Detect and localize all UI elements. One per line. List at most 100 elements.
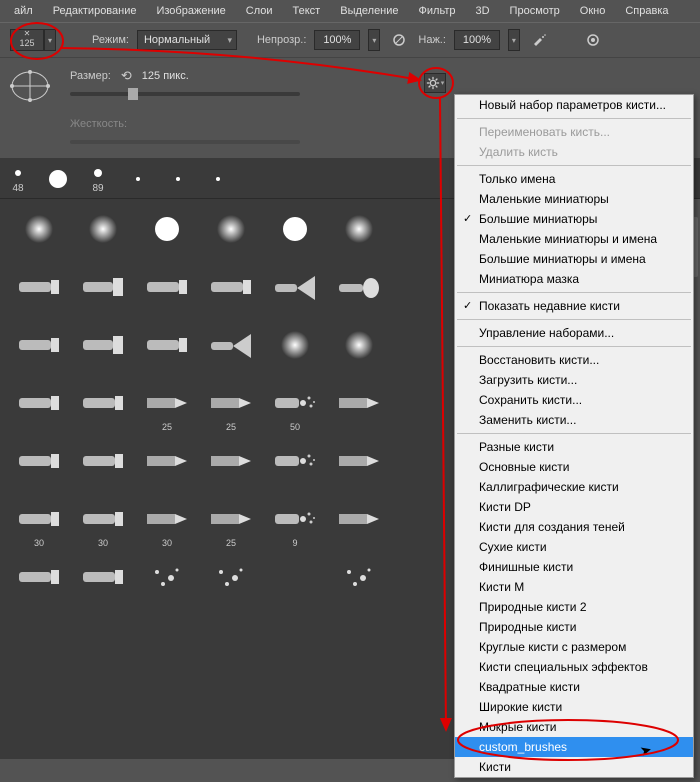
- recent-brush[interactable]: [128, 169, 148, 189]
- brush-preset[interactable]: 50: [264, 381, 326, 437]
- brush-preset[interactable]: [136, 207, 198, 263]
- menu-item[interactable]: Просмотр: [500, 5, 570, 17]
- tablet-size-icon[interactable]: [582, 29, 604, 51]
- ctx-menu-item[interactable]: Маленькие миниатюры и имена: [455, 229, 693, 249]
- brush-preset[interactable]: [8, 381, 70, 437]
- size-reset-icon[interactable]: ⟲: [121, 68, 132, 84]
- brush-preset[interactable]: [8, 207, 70, 263]
- menu-item[interactable]: айл: [4, 5, 43, 17]
- brush-preset[interactable]: [200, 439, 262, 495]
- ctx-menu-item[interactable]: Разные кисти: [455, 437, 693, 457]
- opacity-arrow[interactable]: ▾: [368, 29, 380, 51]
- ctx-menu-item[interactable]: Сохранить кисти...: [455, 390, 693, 410]
- ctx-menu-item[interactable]: Мокрые кисти: [455, 717, 693, 737]
- ctx-menu-item[interactable]: Кисти DP: [455, 497, 693, 517]
- hardness-slider[interactable]: [70, 140, 300, 144]
- flow-value[interactable]: 100%: [454, 30, 500, 50]
- brush-preset[interactable]: [328, 439, 390, 495]
- brush-preset[interactable]: [72, 207, 134, 263]
- ctx-menu-item[interactable]: Кисти специальных эффектов: [455, 657, 693, 677]
- menu-item[interactable]: Окно: [570, 5, 616, 17]
- brush-preset[interactable]: [8, 439, 70, 495]
- brush-preset[interactable]: [136, 265, 198, 321]
- brush-preset[interactable]: [72, 323, 134, 379]
- ctx-menu-item[interactable]: Круглые кисти с размером: [455, 637, 693, 657]
- brush-preset[interactable]: [264, 555, 326, 611]
- ctx-menu-item[interactable]: Сухие кисти: [455, 537, 693, 557]
- brush-preset[interactable]: 30: [72, 497, 134, 553]
- brush-preset[interactable]: [200, 207, 262, 263]
- ctx-menu-item[interactable]: Финишные кисти: [455, 557, 693, 577]
- brush-tip-preview[interactable]: [10, 66, 50, 106]
- menu-item[interactable]: Редактирование: [43, 5, 147, 17]
- tablet-opacity-icon[interactable]: [388, 29, 410, 51]
- menu-item[interactable]: 3D: [465, 5, 499, 17]
- brush-preset[interactable]: 25: [200, 497, 262, 553]
- ctx-menu-item[interactable]: Новый набор параметров кисти...: [455, 95, 693, 115]
- brush-preset[interactable]: [328, 265, 390, 321]
- size-value[interactable]: 125 пикс.: [142, 70, 189, 82]
- brush-size-box[interactable]: ✕ 125: [10, 29, 44, 51]
- ctx-menu-item[interactable]: custom_brushes: [455, 737, 693, 757]
- ctx-menu-item[interactable]: Показать недавние кисти: [455, 296, 693, 316]
- brush-preset[interactable]: 30: [8, 497, 70, 553]
- brush-dropdown-arrow[interactable]: ▾: [44, 29, 56, 51]
- brush-preset[interactable]: 30: [136, 497, 198, 553]
- brush-preset[interactable]: 9: [264, 497, 326, 553]
- ctx-menu-item[interactable]: Управление наборами...: [455, 323, 693, 343]
- brush-preset[interactable]: [264, 439, 326, 495]
- menu-item[interactable]: Выделение: [330, 5, 408, 17]
- brush-preset[interactable]: [72, 439, 134, 495]
- recent-brush[interactable]: [168, 169, 188, 189]
- ctx-menu-item[interactable]: Квадратные кисти: [455, 677, 693, 697]
- ctx-menu-item[interactable]: Восстановить кисти...: [455, 350, 693, 370]
- ctx-menu-item[interactable]: Большие миниатюры: [455, 209, 693, 229]
- ctx-menu-item[interactable]: Природные кисти: [455, 617, 693, 637]
- ctx-menu-item[interactable]: Кисти M: [455, 577, 693, 597]
- brush-preset[interactable]: [136, 323, 198, 379]
- brush-preset[interactable]: [8, 265, 70, 321]
- menu-item[interactable]: Слои: [236, 5, 283, 17]
- size-slider[interactable]: [70, 92, 300, 96]
- brush-preset[interactable]: [328, 497, 390, 553]
- brush-preset[interactable]: [200, 555, 262, 611]
- flow-arrow[interactable]: ▾: [508, 29, 520, 51]
- recent-brush[interactable]: 48: [8, 163, 28, 194]
- ctx-menu-item[interactable]: Заменить кисти...: [455, 410, 693, 430]
- brush-preset[interactable]: [328, 381, 390, 437]
- blend-mode-select[interactable]: Нормальный: [137, 30, 237, 50]
- menu-item[interactable]: Текст: [283, 5, 331, 17]
- brush-preset[interactable]: 25: [136, 381, 198, 437]
- ctx-menu-item[interactable]: Природные кисти 2: [455, 597, 693, 617]
- brush-preset[interactable]: [72, 555, 134, 611]
- brush-preset[interactable]: 25: [200, 381, 262, 437]
- menu-item[interactable]: Справка: [615, 5, 678, 17]
- brush-preset[interactable]: [264, 265, 326, 321]
- ctx-menu-item[interactable]: Загрузить кисти...: [455, 370, 693, 390]
- menu-item[interactable]: Фильтр: [409, 5, 466, 17]
- ctx-menu-item[interactable]: Каллиграфические кисти: [455, 477, 693, 497]
- brush-preset[interactable]: [264, 207, 326, 263]
- opacity-value[interactable]: 100%: [314, 30, 360, 50]
- brush-preset[interactable]: [328, 207, 390, 263]
- gear-icon[interactable]: ▾: [424, 73, 446, 93]
- brush-preset[interactable]: [328, 323, 390, 379]
- brush-preset[interactable]: [264, 323, 326, 379]
- ctx-menu-item[interactable]: Основные кисти: [455, 457, 693, 477]
- ctx-menu-item[interactable]: Большие миниатюры и имена: [455, 249, 693, 269]
- recent-brush[interactable]: [48, 169, 68, 189]
- brush-preset[interactable]: [8, 323, 70, 379]
- brush-preset[interactable]: [136, 555, 198, 611]
- airbrush-icon[interactable]: [528, 29, 550, 51]
- brush-preset[interactable]: [136, 439, 198, 495]
- ctx-menu-item[interactable]: Миниатюра мазка: [455, 269, 693, 289]
- brush-preset[interactable]: [8, 555, 70, 611]
- brush-preset[interactable]: [72, 265, 134, 321]
- brush-preset[interactable]: [200, 323, 262, 379]
- brush-preset[interactable]: [328, 555, 390, 611]
- brush-preset[interactable]: [72, 381, 134, 437]
- menu-item[interactable]: Изображение: [146, 5, 235, 17]
- ctx-menu-item[interactable]: Маленькие миниатюры: [455, 189, 693, 209]
- recent-brush[interactable]: [208, 169, 228, 189]
- brush-preset[interactable]: [200, 265, 262, 321]
